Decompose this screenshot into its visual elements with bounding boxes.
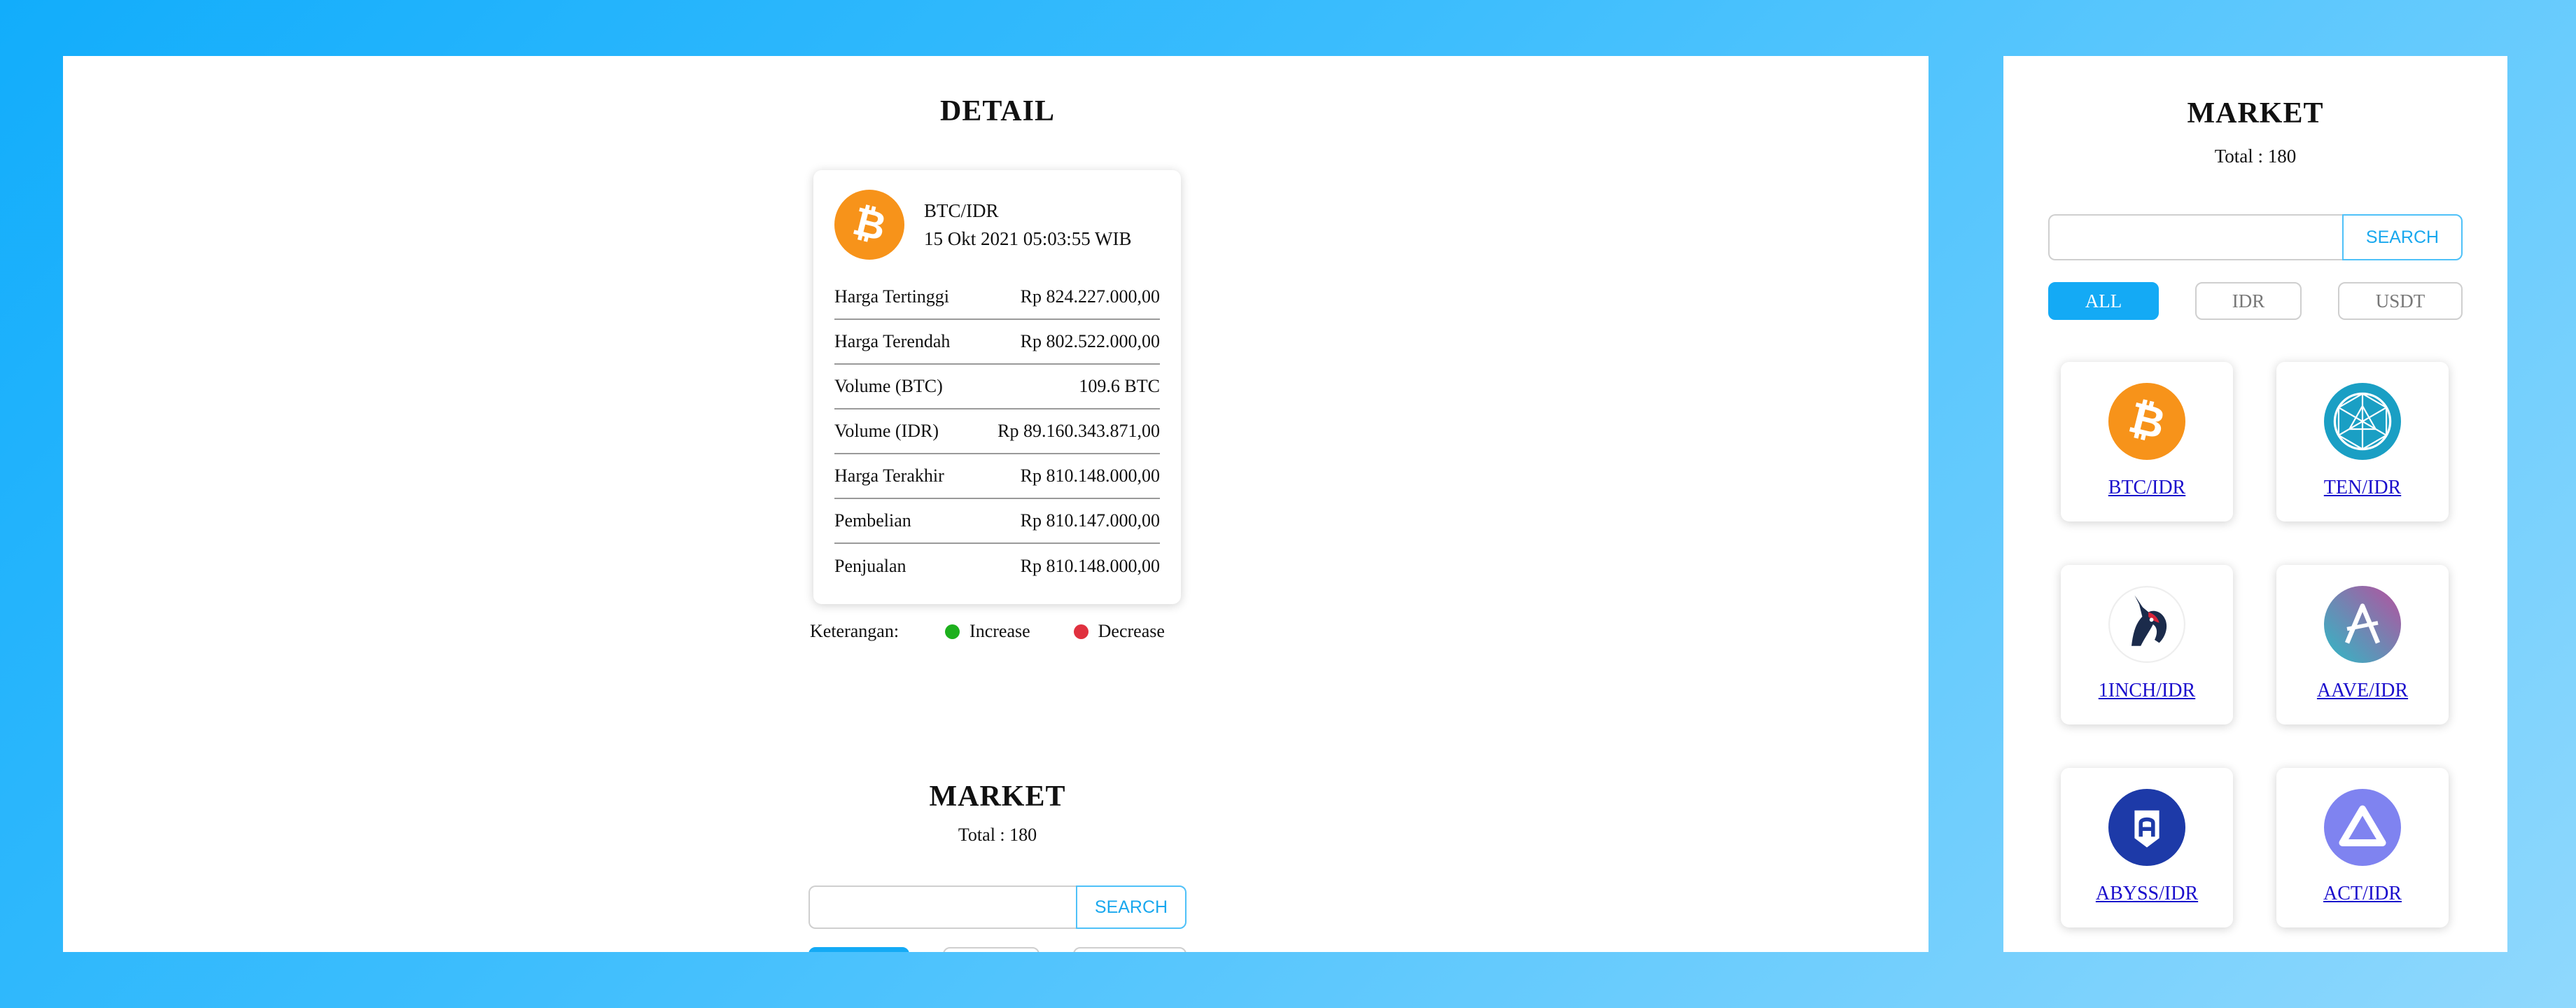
row-label: Harga Terendah — [834, 331, 951, 351]
detail-row: Volume (BTC) 109.6 BTC — [834, 365, 1160, 410]
coin-pair: BTC/IDR — [924, 200, 999, 221]
sidebar-search-input[interactable] — [2048, 214, 2342, 260]
sidebar-search-row: SEARCH — [2048, 214, 2463, 260]
main-filter-usdt[interactable]: USDT — [1073, 947, 1186, 952]
sidebar-filter-usdt[interactable]: USDT — [2338, 282, 2463, 320]
row-label: Volume (BTC) — [834, 376, 943, 396]
sidebar-market-title: MARKET — [2187, 97, 2324, 130]
main-search-row: SEARCH — [808, 886, 1186, 929]
main-panel: DETAIL ₿ BTC/IDR 15 Okt 2021 05:03:55 WI… — [63, 56, 1928, 952]
sidebar-search-button[interactable]: SEARCH — [2342, 214, 2463, 260]
sidebar-filter-idr[interactable]: IDR — [2195, 282, 2302, 320]
detail-row: Penjualan Rp 810.148.000,00 — [834, 544, 1160, 589]
detail-card: ₿ BTC/IDR 15 Okt 2021 05:03:55 WIB Harga… — [813, 170, 1181, 604]
detail-row: Pembelian Rp 810.147.000,00 — [834, 499, 1160, 544]
row-value: Rp 89.160.343.871,00 — [997, 421, 1160, 441]
market-tile[interactable]: TEN/IDR — [2276, 362, 2449, 522]
legend-increase-label: Increase — [969, 621, 1030, 641]
1inch-unicorn-icon — [2108, 586, 2185, 663]
sidebar-filter-bar: ALL IDR USDT — [2048, 282, 2463, 320]
legend: Keterangan: Increase Decrease — [810, 621, 1188, 642]
row-label: Pembelian — [834, 510, 911, 531]
detail-title: DETAIL — [940, 95, 1055, 127]
market-link[interactable]: BTC/IDR — [2108, 477, 2185, 499]
abyss-icon — [2108, 789, 2185, 866]
main-search-button[interactable]: SEARCH — [1076, 886, 1186, 929]
market-link[interactable]: TEN/IDR — [2324, 477, 2401, 499]
row-value: Rp 824.227.000,00 — [1020, 286, 1160, 307]
row-label: Penjualan — [834, 556, 906, 576]
coin-header: ₿ BTC/IDR 15 Okt 2021 05:03:55 WIB — [834, 190, 1160, 260]
market-grid: ₿ BTC/IDR TEN/IDR 1INCH/IDR AAVE/IDR ABY… — [2061, 362, 2449, 927]
row-value: Rp 810.148.000,00 — [1020, 465, 1160, 486]
legend-label: Keterangan: — [810, 621, 899, 641]
legend-decrease-label: Decrease — [1098, 621, 1165, 641]
row-label: Harga Terakhir — [834, 465, 944, 486]
row-label: Volume (IDR) — [834, 421, 939, 441]
achain-icon — [2324, 789, 2401, 866]
market-tile[interactable]: AAVE/IDR — [2276, 565, 2449, 724]
main-filter-idr[interactable]: IDR — [943, 947, 1040, 952]
legend-increase: Increase — [945, 621, 1030, 642]
legend-decrease: Decrease — [1073, 621, 1165, 642]
detail-rows: Harga Tertinggi Rp 824.227.000,00 Harga T… — [834, 275, 1160, 589]
market-tile[interactable]: ACT/IDR — [2276, 768, 2449, 927]
market-link[interactable]: 1INCH/IDR — [2099, 680, 2195, 702]
market-tile[interactable]: 1INCH/IDR — [2061, 565, 2233, 724]
main-search-input[interactable] — [808, 886, 1076, 929]
bitcoin-icon: ₿ — [834, 190, 904, 260]
market-total: Total : 180 — [958, 825, 1037, 845]
row-value: Rp 802.522.000,00 — [1020, 331, 1160, 351]
market-sidebar: MARKET Total : 180 SEARCH ALL IDR USDT ₿… — [2003, 56, 2507, 952]
row-value: Rp 810.148.000,00 — [1020, 556, 1160, 576]
sidebar-filter-all[interactable]: ALL — [2048, 282, 2159, 320]
detail-row: Harga Tertinggi Rp 824.227.000,00 — [834, 275, 1160, 320]
main-filter-all[interactable]: ALL — [808, 947, 909, 952]
decrease-dot-icon — [1073, 624, 1088, 639]
detail-row: Volume (IDR) Rp 89.160.343.871,00 — [834, 410, 1160, 454]
increase-dot-icon — [945, 624, 960, 639]
market-tile[interactable]: ₿ BTC/IDR — [2061, 362, 2233, 522]
market-link[interactable]: AAVE/IDR — [2317, 680, 2408, 702]
market-title: MARKET — [929, 780, 1066, 813]
detail-row: Harga Terakhir Rp 810.148.000,00 — [834, 454, 1160, 499]
detail-row: Harga Terendah Rp 802.522.000,00 — [834, 320, 1160, 365]
row-label: Harga Tertinggi — [834, 286, 950, 307]
market-link[interactable]: ACT/IDR — [2323, 883, 2402, 905]
row-value: Rp 810.147.000,00 — [1020, 510, 1160, 531]
row-value: 109.6 BTC — [1079, 376, 1160, 396]
aave-icon — [2324, 586, 2401, 663]
market-tile[interactable]: ABYSS/IDR — [2061, 768, 2233, 927]
market-link[interactable]: ABYSS/IDR — [2096, 883, 2198, 905]
main-filter-bar: ALL IDR USDT — [808, 947, 1186, 952]
coin-timestamp: 15 Okt 2021 05:03:55 WIB — [924, 228, 1132, 249]
tokenomy-icon — [2324, 383, 2401, 460]
bitcoin-icon: ₿ — [2108, 383, 2185, 460]
sidebar-market-total: Total : 180 — [2214, 146, 2297, 167]
coin-meta: BTC/IDR 15 Okt 2021 05:03:55 WIB — [924, 197, 1132, 253]
